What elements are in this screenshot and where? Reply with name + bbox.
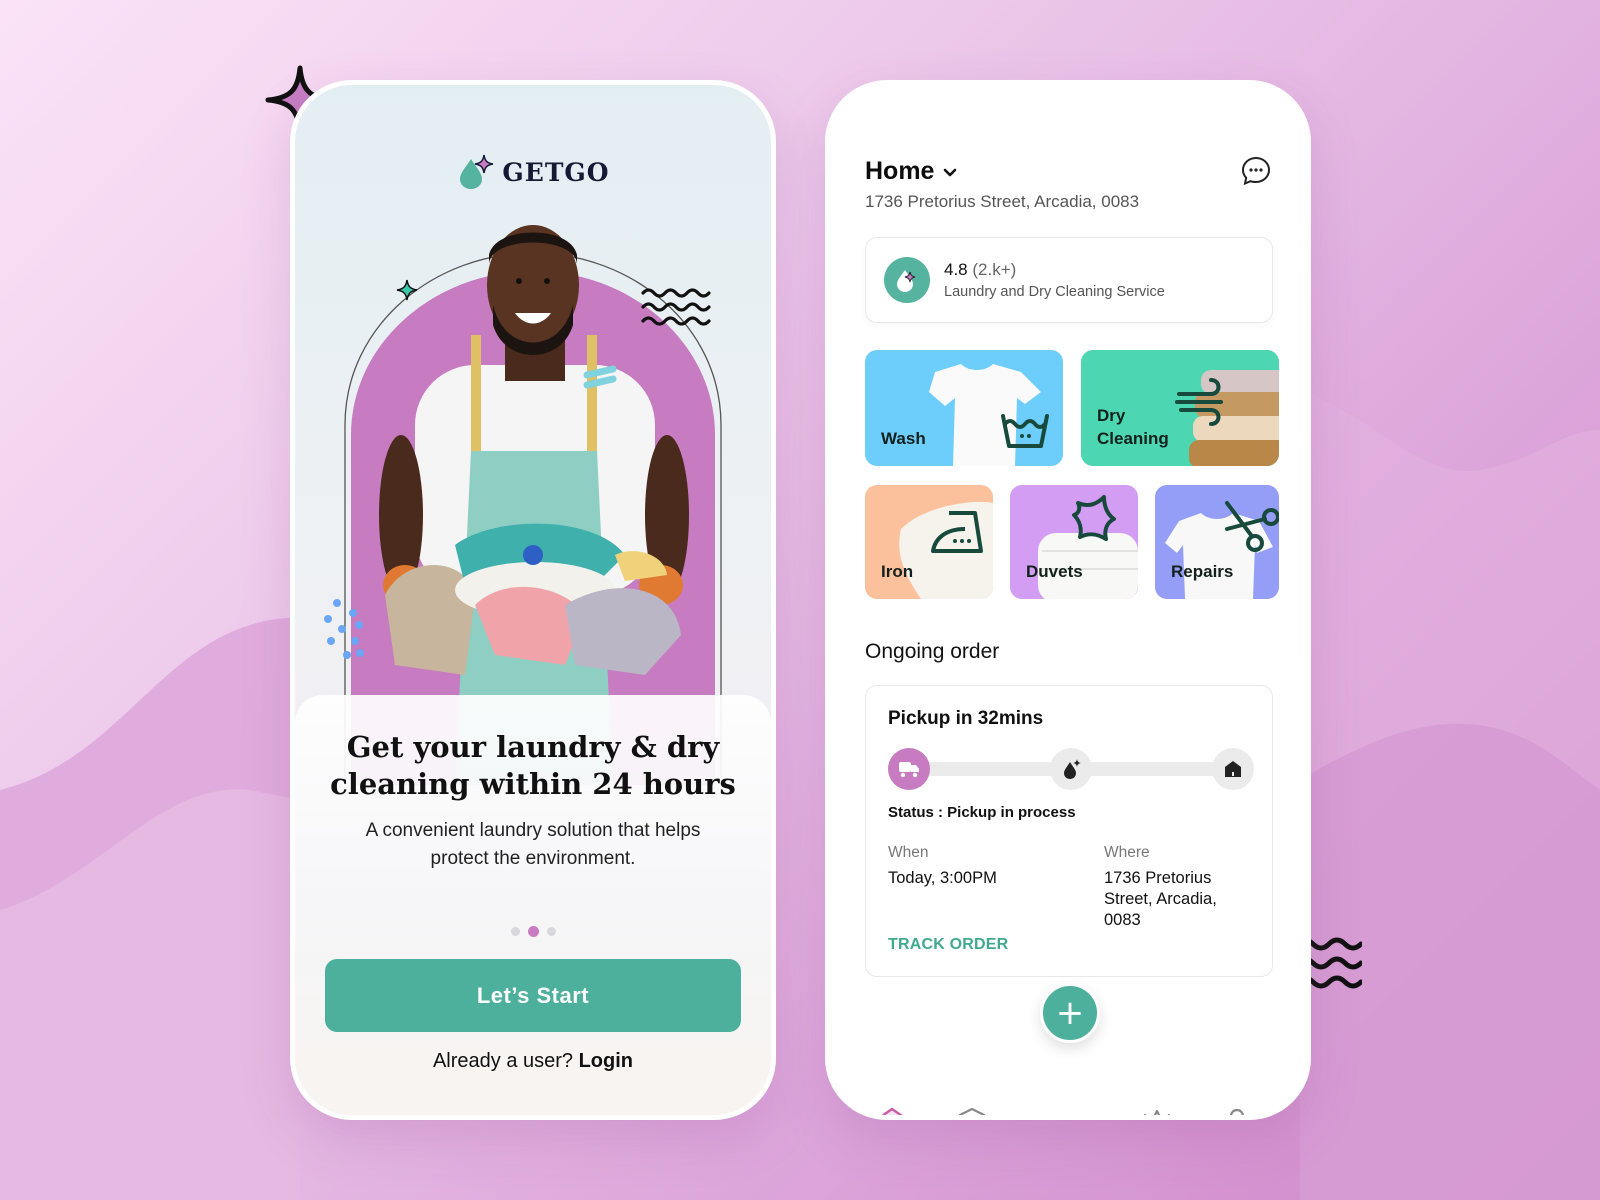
tab-orders-box-icon[interactable] (955, 1105, 989, 1120)
service-label: Repairs (1171, 562, 1234, 581)
truck-icon (899, 762, 919, 778)
onboarding-card: Get your laundry & dry cleaning within 2… (295, 695, 771, 1115)
step-cleaning (1050, 748, 1092, 790)
service-label: Duvets (1026, 562, 1083, 581)
brand-logo-badge (884, 257, 930, 303)
service-label: Iron (881, 562, 914, 581)
rating-card[interactable]: 4.8 (2.k+) Laundry and Dry Cleaning Serv… (865, 237, 1273, 323)
drop-sparkle-icon (897, 270, 916, 292)
chat-icon[interactable] (1240, 155, 1272, 187)
home-icon (1225, 761, 1241, 777)
location-selector[interactable]: Home (865, 157, 1139, 186)
login-row: Already a user? Login (295, 1050, 771, 1073)
track-order-link[interactable]: TRACK ORDER (888, 936, 1008, 954)
where-label: Where (1104, 844, 1150, 861)
rating-count: (2.k+) (972, 260, 1017, 279)
order-where: Where 1736 Pretorius Street, Arcadia, 00… (1104, 844, 1254, 931)
login-link[interactable]: Login (579, 1050, 633, 1072)
onboarding-headline: Get your laundry & dry cleaning within 2… (330, 730, 736, 801)
service-tile-dry-cleaning[interactable]: Dry Cleaning (1081, 350, 1279, 466)
rating-score: 4.8 (944, 260, 968, 279)
drop-sparkle-logo-icon (460, 154, 494, 189)
step-delivered (1212, 748, 1254, 790)
onboarding-subline: A convenient laundry solution that helps… (365, 820, 701, 869)
login-prompt: Already a user? (432, 1050, 574, 1072)
tab-premium-crown-icon[interactable] (1140, 1105, 1174, 1120)
pager-dot[interactable] (546, 927, 556, 936)
order-when: When Today, 3:00PM (888, 844, 997, 889)
order-status: Status : Pickup in process (888, 804, 1076, 821)
lets-start-button[interactable]: Let’s Start (325, 959, 741, 1032)
service-tile-repairs[interactable]: Repairs (1155, 485, 1279, 599)
order-progress-tracker (888, 748, 1254, 790)
tab-profile-user-icon[interactable] (1220, 1105, 1254, 1120)
service-label: Dry Cleaning (1097, 406, 1169, 448)
rating-summary: 4.8 (2.k+) (944, 260, 1165, 280)
onboarding-screen: GETGO Get your laundry & dry cleaning wi… (290, 80, 776, 1120)
ongoing-order-title: Ongoing order (865, 640, 1000, 663)
drop-sparkle-icon (1064, 759, 1081, 779)
when-label: When (888, 844, 929, 861)
pager-dots (295, 926, 771, 937)
location-header: Home 1736 Pretorius Street, Arcadia, 008… (865, 157, 1139, 212)
pager-dot-active[interactable] (527, 926, 539, 937)
pillow-icon (1072, 495, 1116, 541)
ongoing-order-card: Pickup in 32mins Status: Pickup in proc… (865, 685, 1273, 977)
service-tile-wash[interactable]: Wash (865, 350, 1063, 466)
hero-squiggle-icon (641, 288, 711, 326)
service-label: Wash (881, 429, 926, 448)
home-screen: Home 1736 Pretorius Street, Arcadia, 008… (825, 80, 1311, 1120)
location-address: 1736 Pretorius Street, Arcadia, 0083 (865, 192, 1140, 211)
location-title: Home (865, 157, 935, 185)
rating-description: Laundry and Dry Cleaning Service (944, 284, 1165, 300)
when-value: Today, 3:00PM (888, 869, 997, 887)
new-order-fab-button[interactable]: + (1040, 983, 1100, 1043)
where-value: 1736 Pretorius Street, Arcadia, 0083 (1104, 869, 1217, 929)
service-tile-duvets[interactable]: Duvets (1010, 485, 1138, 599)
brand-name: GETGO (502, 157, 610, 187)
pager-dot[interactable] (510, 927, 520, 936)
brand-logo: GETGO (295, 153, 771, 191)
step-pickup (888, 748, 930, 790)
chevron-down-icon (944, 168, 957, 176)
pickup-eta: Pickup in 32mins (888, 708, 1044, 729)
tab-home-icon[interactable] (875, 1105, 909, 1120)
background-waves (0, 390, 1600, 1200)
service-tile-iron[interactable]: Iron (865, 485, 993, 599)
